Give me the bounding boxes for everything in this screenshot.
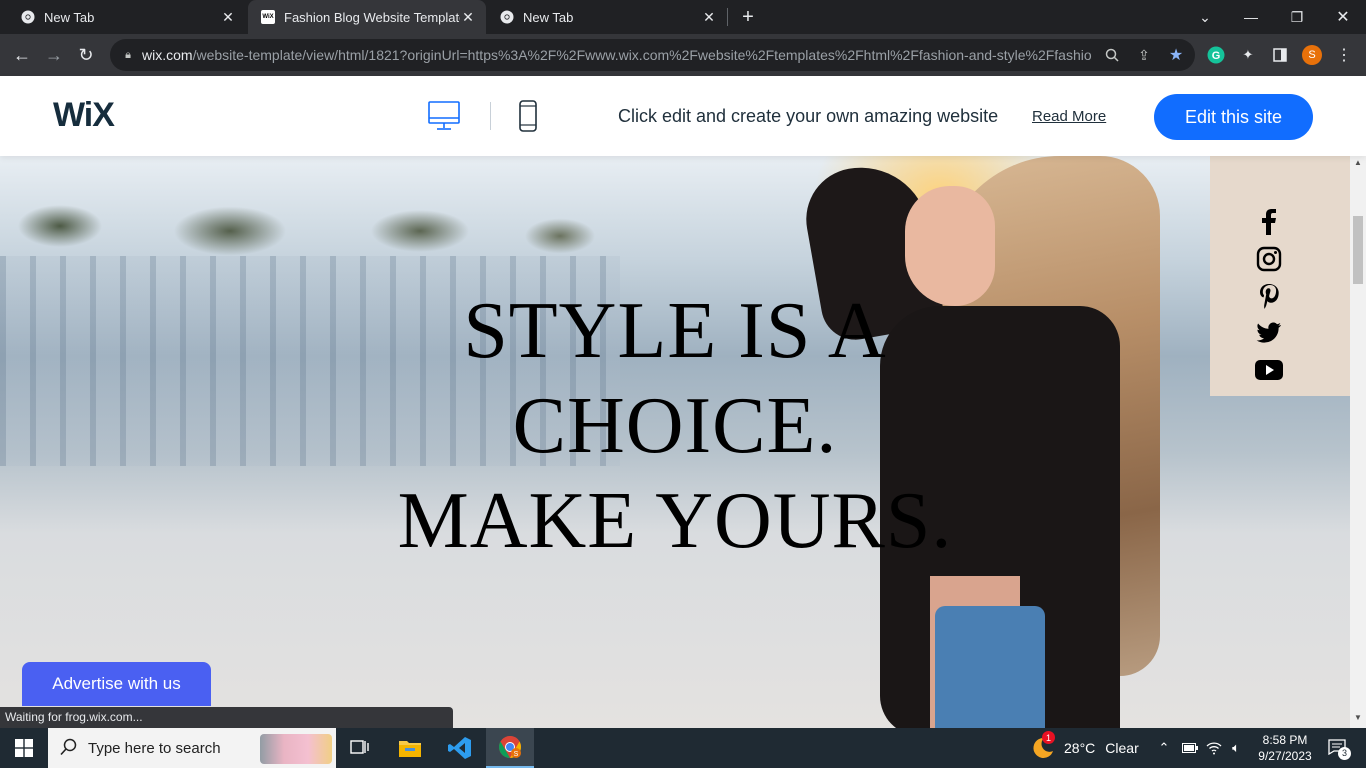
tab-fashion-blog[interactable]: WiX Fashion Blog Website Template | ✕ [248, 0, 486, 34]
search-placeholder: Type here to search [88, 740, 221, 757]
search-highlight-image [260, 734, 332, 764]
view-divider [490, 102, 491, 130]
page-scrollbar[interactable]: ▲ ▼ [1350, 156, 1366, 728]
scroll-up-arrow-icon[interactable]: ▲ [1353, 158, 1363, 170]
read-more-link[interactable]: Read More [1032, 108, 1106, 125]
tab-strip: New Tab ✕ WiX Fashion Blog Website Templ… [0, 0, 1366, 34]
advertise-button[interactable]: Advertise with us [22, 662, 211, 706]
address-bar[interactable]: 🔒︎ wix.com/website-template/view/html/18… [110, 39, 1195, 71]
weather-desc: Clear [1105, 740, 1139, 756]
close-icon[interactable]: ✕ [220, 9, 236, 25]
taskbar-clock[interactable]: 8:58 PM 9/27/2023 [1250, 732, 1320, 764]
restore-icon[interactable]: ❐ [1274, 0, 1320, 34]
kebab-menu-icon[interactable]: ⋮ [1334, 45, 1354, 65]
share-icon[interactable]: ⇪ [1134, 45, 1154, 65]
wix-logo[interactable]: WiX [53, 96, 115, 135]
close-icon[interactable]: ✕ [701, 9, 717, 25]
notification-count: 3 [1338, 746, 1351, 760]
lock-icon[interactable]: 🔒︎ [118, 45, 138, 65]
weather-temp: 28°C [1064, 740, 1096, 756]
extensions-puzzle-icon[interactable]: ✦ [1238, 45, 1258, 65]
mobile-view-icon[interactable] [516, 99, 540, 133]
zoom-icon[interactable] [1102, 45, 1122, 65]
tab-title: Fashion Blog Website Template | [284, 9, 460, 25]
youtube-icon[interactable] [1255, 356, 1283, 384]
headline-line-1: STYLE IS A [463, 287, 887, 375]
minimize-icon[interactable]: — [1228, 0, 1274, 34]
profile-initial: S [1302, 45, 1322, 65]
file-explorer-icon[interactable] [386, 728, 434, 768]
twitter-icon[interactable] [1255, 319, 1283, 347]
scroll-thumb[interactable] [1353, 216, 1363, 284]
chrome-icon [20, 9, 36, 25]
task-view-icon[interactable] [336, 728, 384, 768]
tab-title: New Tab [44, 9, 95, 25]
tab-divider [727, 8, 728, 26]
close-icon[interactable]: ✕ [460, 9, 476, 25]
taskbar-search-box[interactable]: Type here to search [48, 728, 336, 768]
tab-new-tab-1[interactable]: New Tab ✕ [0, 0, 246, 34]
notification-icon: 3 [1328, 738, 1351, 760]
facebook-icon[interactable] [1255, 208, 1283, 236]
bookmark-star-icon[interactable]: ★ [1166, 45, 1186, 65]
forward-arrow-icon[interactable]: → [40, 41, 68, 69]
headline-line-2: CHOICE. [512, 382, 838, 470]
weather-widget[interactable]: 1 28°C Clear [1030, 728, 1139, 768]
battery-icon[interactable] [1180, 728, 1200, 768]
chrome-icon [499, 9, 515, 25]
hero-model-jeans [935, 606, 1045, 728]
notification-center-icon[interactable]: 3 [1322, 728, 1352, 768]
desktop-view-icon[interactable] [427, 100, 461, 134]
url-host: wix.com [142, 47, 193, 63]
svg-text:S: S [514, 751, 519, 758]
hero-headline: STYLE IS A CHOICE. MAKE YOURS. [300, 284, 1050, 569]
browser-status-bar: Waiting for frog.wix.com... [0, 707, 453, 728]
wifi-icon[interactable] [1204, 728, 1224, 768]
volume-icon[interactable]: 🔈︎ [1226, 728, 1246, 768]
wix-header: WiX Click edit and create your own amazi… [0, 76, 1366, 156]
grammarly-icon[interactable]: G [1206, 45, 1226, 65]
browser-toolbar: ← → ↻ 🔒︎ wix.com/website-template/view/h… [0, 34, 1366, 76]
url-text[interactable]: wix.com/website-template/view/html/1821?… [142, 47, 1092, 63]
side-panel-icon[interactable] [1270, 45, 1290, 65]
instagram-icon[interactable] [1255, 245, 1283, 273]
wix-favicon-icon: WiX [260, 9, 276, 25]
tab-search-icon[interactable]: ⌄ [1182, 0, 1228, 34]
vscode-icon[interactable] [436, 728, 484, 768]
reload-icon[interactable]: ↻ [72, 41, 100, 69]
moon-weather-icon: 1 [1030, 731, 1056, 761]
pinterest-icon[interactable] [1255, 282, 1283, 310]
search-icon [60, 738, 78, 760]
scroll-down-arrow-icon[interactable]: ▼ [1353, 713, 1363, 725]
url-path: /website-template/view/html/1821?originU… [192, 47, 1092, 63]
chevron-up-icon[interactable]: ⌃ [1154, 728, 1174, 768]
clock-date: 9/27/2023 [1258, 749, 1312, 763]
clock-time: 8:58 PM [1262, 733, 1308, 747]
windows-start-icon[interactable] [0, 728, 48, 768]
profile-avatar[interactable]: S [1302, 45, 1322, 65]
chrome-taskbar-icon[interactable]: S [486, 728, 534, 768]
new-tab-button[interactable]: + [736, 5, 760, 29]
svg-text:G: G [1212, 50, 1221, 62]
hero-background-trees [0, 176, 760, 266]
tab-new-tab-2[interactable]: New Tab ✕ [487, 0, 727, 34]
tab-title: New Tab [523, 9, 574, 25]
headline-line-3: MAKE YOURS. [397, 477, 953, 565]
social-bar [1255, 208, 1283, 393]
window-close-icon[interactable]: ✕ [1320, 0, 1366, 34]
back-arrow-icon[interactable]: ← [8, 41, 36, 69]
hero-section: STYLE IS A CHOICE. MAKE YOURS. Advertise… [0, 156, 1350, 728]
windows-taskbar: Type here to search S 1 28°C Clear ⌃ 🔈︎ … [0, 728, 1366, 768]
promo-text: Click edit and create your own amazing w… [618, 106, 999, 126]
edit-this-site-button[interactable]: Edit this site [1154, 94, 1313, 140]
weather-badge: 1 [1042, 731, 1055, 744]
